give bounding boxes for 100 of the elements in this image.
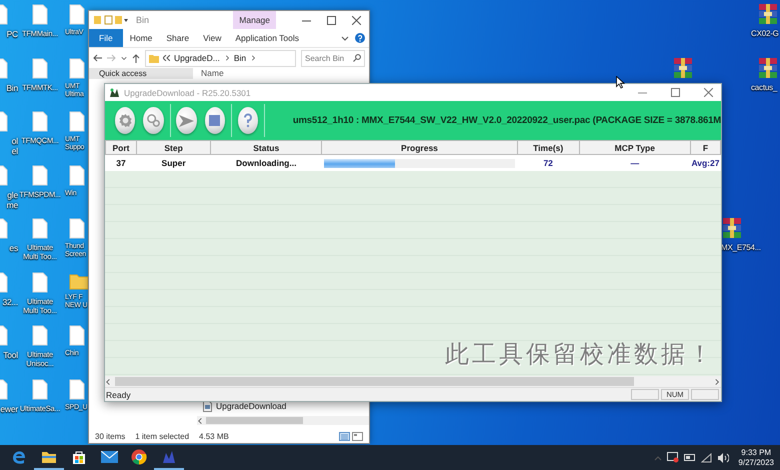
- scrollbar-thumb[interactable]: [206, 417, 303, 424]
- table-cell: 37: [106, 154, 137, 171]
- network-icon[interactable]: [667, 452, 680, 463]
- breadcrumb-item[interactable]: UpgradeD...: [174, 53, 220, 63]
- gears-button[interactable]: [143, 107, 164, 134]
- double-chevron-icon: [163, 55, 170, 61]
- search-field[interactable]: Search Bin: [301, 50, 365, 66]
- desktop-icon-label[interactable]: ewer: [0, 404, 18, 414]
- scroll-left-icon: [105, 378, 112, 386]
- settings-icon: [118, 113, 133, 128]
- desktop-icon-label[interactable]: cactus_: [751, 83, 778, 93]
- arrow-right-icon: [179, 114, 194, 126]
- chevron-right-icon: [224, 54, 230, 62]
- file-name[interactable]: UpgradeDownload: [216, 401, 286, 411]
- desktop-icon-label[interactable]: PC: [6, 29, 18, 40]
- status-text: 30 items: [95, 432, 126, 440]
- settings-button[interactable]: [115, 107, 136, 134]
- ribbon-tab[interactable]: View: [196, 29, 228, 47]
- desktop-icon-label[interactable]: MX_E754...: [721, 243, 761, 253]
- document-icon: [69, 325, 85, 346]
- column-header[interactable]: Time(s): [517, 140, 580, 154]
- document-icon: [69, 164, 85, 186]
- window-title: Bin: [136, 15, 150, 25]
- folder-icon: [69, 272, 89, 290]
- column-header[interactable]: Step: [136, 140, 211, 154]
- document-icon: [32, 325, 48, 346]
- folder-icon: [149, 54, 159, 62]
- desktop-icon-label[interactable]: ol el: [12, 136, 18, 156]
- browser-logo-icon: [131, 448, 147, 464]
- stop-icon: [209, 115, 220, 126]
- chevron-down-icon: [341, 34, 349, 42]
- browser-logo-icon: [11, 448, 27, 464]
- breadcrumb-item[interactable]: Bin: [234, 53, 246, 63]
- clock[interactable]: 9:33 PM 9/27/2023: [738, 448, 774, 468]
- app-icon: [161, 448, 177, 464]
- column-header[interactable]: Name: [197, 68, 369, 78]
- ribbon-tab[interactable]: Home: [122, 29, 160, 47]
- close-icon[interactable]: [352, 16, 361, 24]
- archive-icon: [672, 57, 694, 79]
- maximize-icon[interactable]: [327, 16, 336, 24]
- help-button[interactable]: [238, 107, 258, 134]
- status-text: 1 item selected: [135, 432, 190, 440]
- scrollbar-thumb[interactable]: [115, 377, 634, 386]
- app-icon: [109, 88, 120, 98]
- column-header[interactable]: Progress: [322, 140, 518, 154]
- shopping-bag-icon: [71, 448, 87, 464]
- document-icon: [32, 4, 48, 25]
- context-tab[interactable]: Manage: [233, 11, 276, 29]
- close-icon[interactable]: [704, 88, 713, 97]
- column-header[interactable]: Status: [210, 140, 322, 154]
- table-cell: Downloading...: [210, 154, 322, 171]
- details-view-icon[interactable]: [339, 432, 350, 440]
- desktop-icon-label[interactable]: es: [9, 243, 18, 254]
- banner-text: 此工具保留校准数据！: [445, 339, 715, 370]
- chevron-down-icon: [121, 54, 127, 62]
- document-icon: [32, 218, 48, 239]
- ribbon-tab[interactable]: Share: [159, 29, 196, 47]
- document-icon: [69, 378, 85, 400]
- nav-item[interactable]: Quick access: [89, 68, 193, 79]
- speaker-icon[interactable]: [717, 452, 730, 462]
- document-icon: [69, 4, 85, 25]
- start-button[interactable]: [176, 107, 197, 134]
- document-icon: [32, 378, 48, 400]
- column-header[interactable]: MCP Type: [579, 140, 690, 154]
- table-cell: 72: [517, 154, 580, 171]
- scroll-right-icon: [714, 378, 721, 386]
- desktop-icon-label[interactable]: gle me: [6, 190, 18, 210]
- up-arrow-icon[interactable]: [132, 54, 140, 62]
- window-title: UpgradeDownload - R25.20.5301: [124, 88, 251, 98]
- mail-icon: [100, 450, 118, 462]
- document-icon: [32, 164, 48, 186]
- status-text: Ready: [105, 390, 131, 400]
- status-panel: [691, 389, 719, 400]
- maximize-icon[interactable]: [671, 88, 680, 97]
- document-icon: [69, 111, 85, 132]
- help-icon[interactable]: [355, 33, 365, 43]
- folder-icon: [41, 450, 57, 464]
- package-info: ums512_1h10 : MMX_E7544_SW_V22_HW_V2.0_20220922_user.pac (PACKAGE SIZE = 3878.861M: [292, 115, 721, 126]
- ribbon-tab[interactable]: Application Tools: [228, 29, 306, 47]
- status-text: 4.53 MB: [199, 432, 229, 440]
- desktop-icon-label[interactable]: Tool: [3, 350, 18, 360]
- document-icon: [32, 58, 48, 78]
- column-header[interactable]: Port: [106, 140, 137, 154]
- address-bar[interactable]: UpgradeD... Bin: [145, 50, 296, 66]
- column-header[interactable]: F: [690, 140, 720, 154]
- battery-icon[interactable]: [684, 454, 696, 461]
- desktop-icon-label[interactable]: CX02-G: [751, 29, 779, 39]
- wifi-icon[interactable]: [701, 452, 712, 462]
- tiles-view-icon[interactable]: [352, 432, 363, 440]
- archive-icon: [721, 217, 743, 239]
- chevron-right-icon: [250, 54, 256, 62]
- archive-icon: [757, 3, 779, 25]
- back-arrow-icon[interactable]: [93, 54, 102, 62]
- stop-button[interactable]: [204, 107, 225, 134]
- file-menu-tab[interactable]: File: [89, 29, 123, 47]
- table-cell: —: [579, 154, 690, 171]
- desktop-icon-label[interactable]: Bin: [6, 82, 18, 93]
- desktop-icon-label[interactable]: 32...: [2, 296, 18, 307]
- search-icon: [353, 54, 361, 62]
- table-cell: Avg:27: [690, 154, 720, 171]
